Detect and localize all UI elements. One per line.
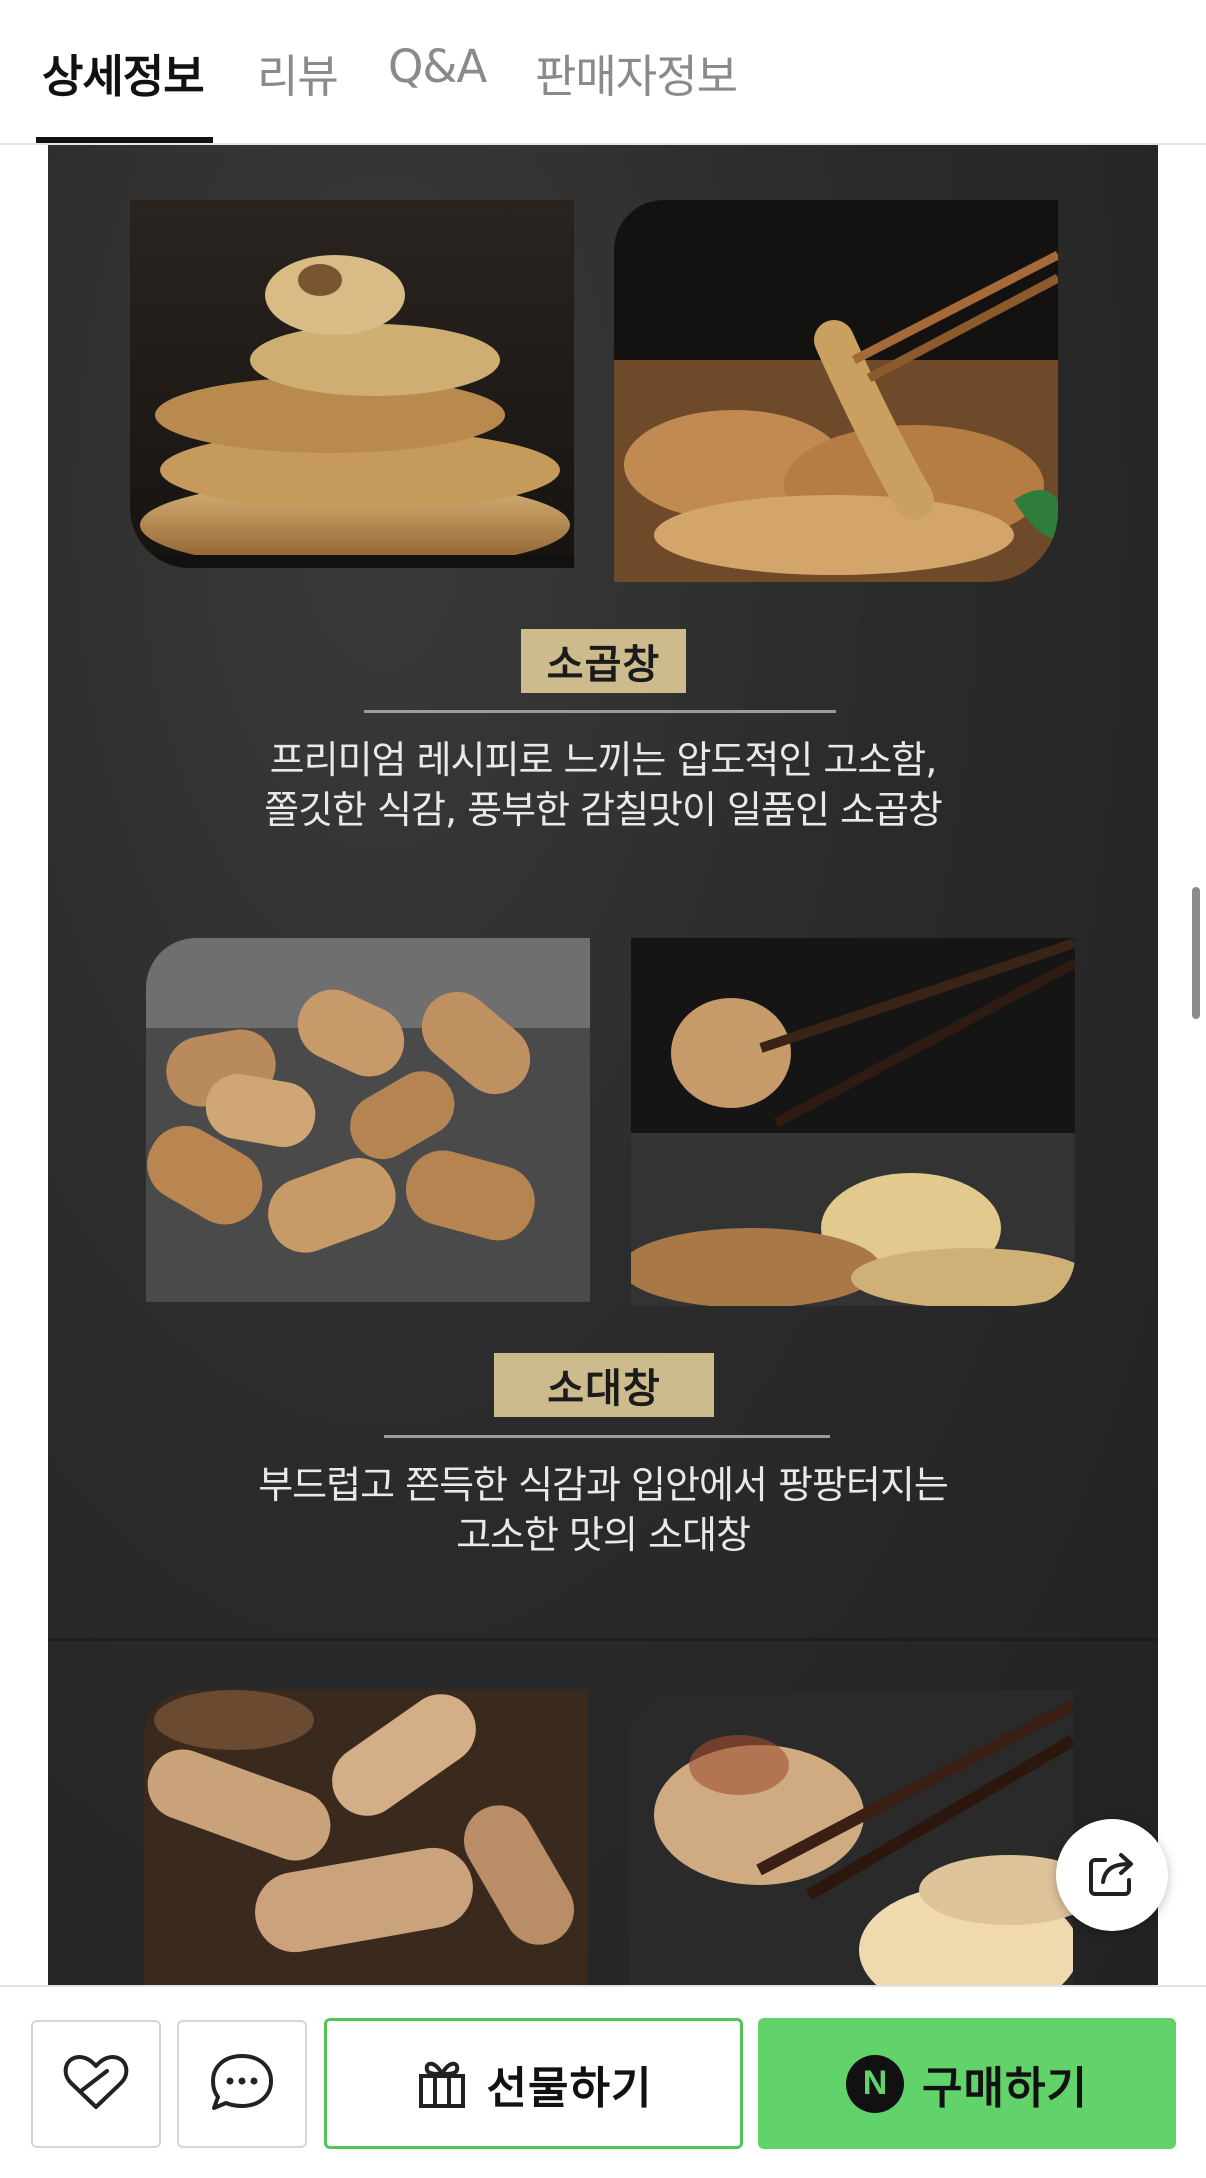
buy-button-label: 구매하기 <box>922 2062 1088 2114</box>
talk-button[interactable] <box>177 2020 307 2148</box>
grilled-intestine-close-photo <box>144 1690 588 1985</box>
section-title-beef-small-intestine: 소곱창 <box>521 629 686 693</box>
section-description: 프리미엄 레시피로 느끼는 압도적인 고소함, 쫄깃한 식감, 풍부한 감칠맛이… <box>108 735 1098 835</box>
gift-button-label: 선물하기 <box>486 2062 653 2114</box>
section-divider <box>364 710 836 713</box>
beef-intestine-stack-photo <box>130 200 574 568</box>
wishlist-button[interactable] <box>31 2020 161 2148</box>
section-divider <box>384 1435 830 1438</box>
detail-tab-bar: 상세정보 리뷰 Q&A 판매자정보 <box>0 0 1206 145</box>
chat-bubble-icon <box>208 2050 276 2118</box>
tab-reviews[interactable]: 리뷰 <box>257 40 339 105</box>
share-icon <box>1083 1844 1141 1906</box>
description-line: 쫄깃한 식감, 풍부한 감칠맛이 일품인 소곱창 <box>264 788 943 832</box>
buy-button[interactable]: N 구매하기 <box>758 2018 1176 2149</box>
grilled-intestine-chopsticks-photo <box>629 1690 1073 1985</box>
gift-icon <box>415 2054 469 2114</box>
beef-large-intestine-pan-photo <box>146 938 590 1302</box>
tab-seller-info[interactable]: 판매자정보 <box>535 40 738 105</box>
heart-outline-icon <box>61 2051 131 2117</box>
tab-qna[interactable]: Q&A <box>388 40 487 93</box>
detail-image-panel: 소곱창 프리미엄 레시피로 느끼는 압도적인 고소함, 쫄깃한 식감, 풍부한 … <box>48 145 1158 1985</box>
description-line: 부드럽고 쫀득한 식감과 입안에서 팡팡터지는 <box>258 1463 949 1507</box>
share-button[interactable] <box>1056 1819 1168 1931</box>
beef-intestine-chopsticks-photo <box>614 200 1058 582</box>
description-line: 고소한 맛의 소대창 <box>456 1513 751 1557</box>
description-line: 프리미엄 레시피로 느끼는 압도적인 고소함, <box>269 738 938 782</box>
active-tab-indicator <box>36 137 213 143</box>
section-title-beef-large-intestine: 소대창 <box>494 1353 714 1417</box>
bottom-action-bar: 선물하기 N 구매하기 <box>0 1985 1206 2178</box>
tab-detail-info[interactable]: 상세정보 <box>42 40 205 105</box>
gift-button[interactable]: 선물하기 <box>324 2018 743 2149</box>
panel-divider <box>48 1638 1158 1641</box>
product-detail-content[interactable]: 소곱창 프리미엄 레시피로 느끼는 압도적인 고소함, 쫄깃한 식감, 풍부한 … <box>0 145 1206 1985</box>
beef-large-intestine-chopsticks-photo <box>631 938 1075 1306</box>
scrollbar[interactable] <box>1192 887 1200 1019</box>
naver-pay-badge: N <box>846 2054 905 2113</box>
section-description: 부드럽고 쫀득한 식감과 입안에서 팡팡터지는 고소한 맛의 소대창 <box>108 1460 1098 1560</box>
